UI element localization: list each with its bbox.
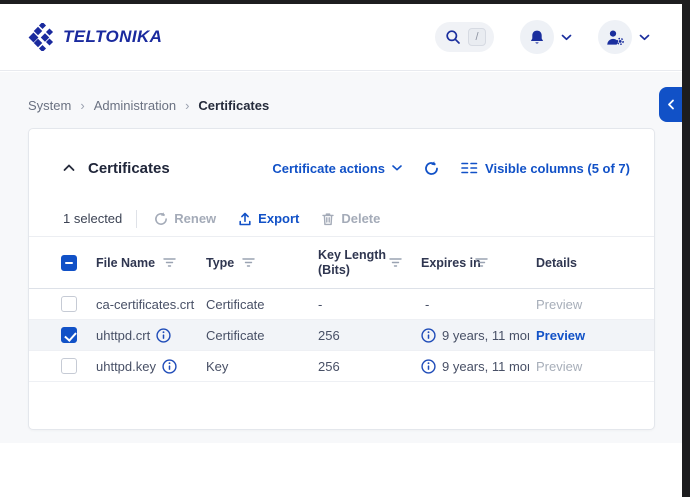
breadcrumb-system[interactable]: System [28,98,71,113]
app-header: TELTONIKA / [0,4,690,71]
breadcrumb-certificates: Certificates [198,98,269,113]
selection-toolbar: 1 selected Renew Export D [29,201,654,237]
expires-in: 9 years, 11 mon [442,328,529,343]
filter-icon[interactable] [163,257,176,268]
screen: TELTONIKA / [0,0,690,497]
panel-header: Certificates Certificate actions [29,129,654,201]
panel-title: Certificates [88,160,170,177]
renew-icon [154,212,168,226]
filter-icon[interactable] [475,257,488,268]
teltonika-logo-icon [28,23,58,51]
breadcrumb-administration[interactable]: Administration [94,98,176,113]
expires-in: 9 years, 11 mon [442,359,529,374]
key-length: 256 [318,359,340,374]
visible-columns-label: Visible columns (5 of 7) [485,161,630,176]
user-gear-icon [606,29,625,46]
table-row: uhttpd.crt Certificate 256 9 years, 11 m… [29,320,654,351]
search-shortcut-badge: / [468,28,486,46]
selected-count: 1 selected [63,211,122,226]
select-all-checkbox[interactable] [61,255,77,271]
columns-icon [461,162,478,174]
bell-icon [528,29,546,46]
brand-name: TELTONIKA [63,27,162,47]
breadcrumb-separator-icon: › [185,98,189,113]
row-checkbox[interactable] [61,327,77,343]
column-expires-in: Expires in [421,256,481,270]
visible-columns-button[interactable]: Visible columns (5 of 7) [461,161,630,176]
preview-link[interactable]: Preview [536,328,585,343]
key-length: 256 [318,328,340,343]
trash-icon [321,212,335,226]
panel-collapse-toggle[interactable]: Certificates [63,160,170,177]
certificate-actions-label: Certificate actions [272,161,385,176]
expires-in: - [425,297,429,312]
breadcrumb: System › Administration › Certificates [28,98,269,113]
renew-label: Renew [174,211,216,226]
export-label: Export [258,211,299,226]
table-header: File Name Type Key Length (Bi [29,237,654,289]
column-details: Details [536,256,577,270]
certificates-panel: Certificates Certificate actions [28,128,655,430]
renew-button[interactable]: Renew [154,211,216,226]
row-checkbox[interactable] [61,296,77,312]
column-key-length-unit: (Bits) [318,263,350,277]
window-top-edge [0,0,690,4]
filter-icon[interactable] [242,257,255,268]
preview-link[interactable]: Preview [536,297,582,312]
file-name: ca-certificates.crt [96,297,194,312]
file-name: uhttpd.key [96,359,156,374]
notifications-button[interactable] [520,20,554,54]
delete-button[interactable]: Delete [321,211,380,226]
delete-label: Delete [341,211,380,226]
row-checkbox[interactable] [61,358,77,374]
cert-type: Certificate [206,297,265,312]
user-menu-chevron-icon[interactable] [639,34,650,41]
cert-type: Certificate [206,328,265,343]
chevron-left-icon [667,99,675,110]
table-row: ca-certificates.crt Certificate - - Prev… [29,289,654,320]
breadcrumb-separator-icon: › [80,98,84,113]
header-controls: / [435,20,650,54]
panel-actions: Certificate actions [272,161,630,176]
notifications-chevron-icon[interactable] [561,34,572,41]
info-icon[interactable] [162,359,177,374]
filter-icon[interactable] [389,257,402,268]
info-icon[interactable] [421,328,436,343]
column-type: Type [206,256,234,270]
export-icon [238,212,252,226]
certificate-actions-dropdown[interactable]: Certificate actions [272,161,402,176]
brand-logo[interactable]: TELTONIKA [28,23,162,51]
cert-type: Key [206,359,228,374]
table-row: uhttpd.key Key 256 9 years, 11 mon Previ… [29,351,654,382]
file-name: uhttpd.crt [96,328,150,343]
search-button[interactable]: / [435,22,494,52]
key-length: - [318,297,322,312]
export-button[interactable]: Export [238,211,299,226]
toolbar-divider [136,210,137,228]
chevron-down-icon [392,165,402,171]
user-menu-button[interactable] [598,20,632,54]
chevron-up-icon [63,164,75,172]
info-icon[interactable] [156,328,171,343]
refresh-icon[interactable] [424,161,439,176]
info-icon[interactable] [421,359,436,374]
preview-link[interactable]: Preview [536,359,582,374]
column-file-name: File Name [96,256,155,270]
window-right-edge [682,0,690,497]
column-key-length: Key Length [318,248,386,262]
search-icon [445,29,461,45]
